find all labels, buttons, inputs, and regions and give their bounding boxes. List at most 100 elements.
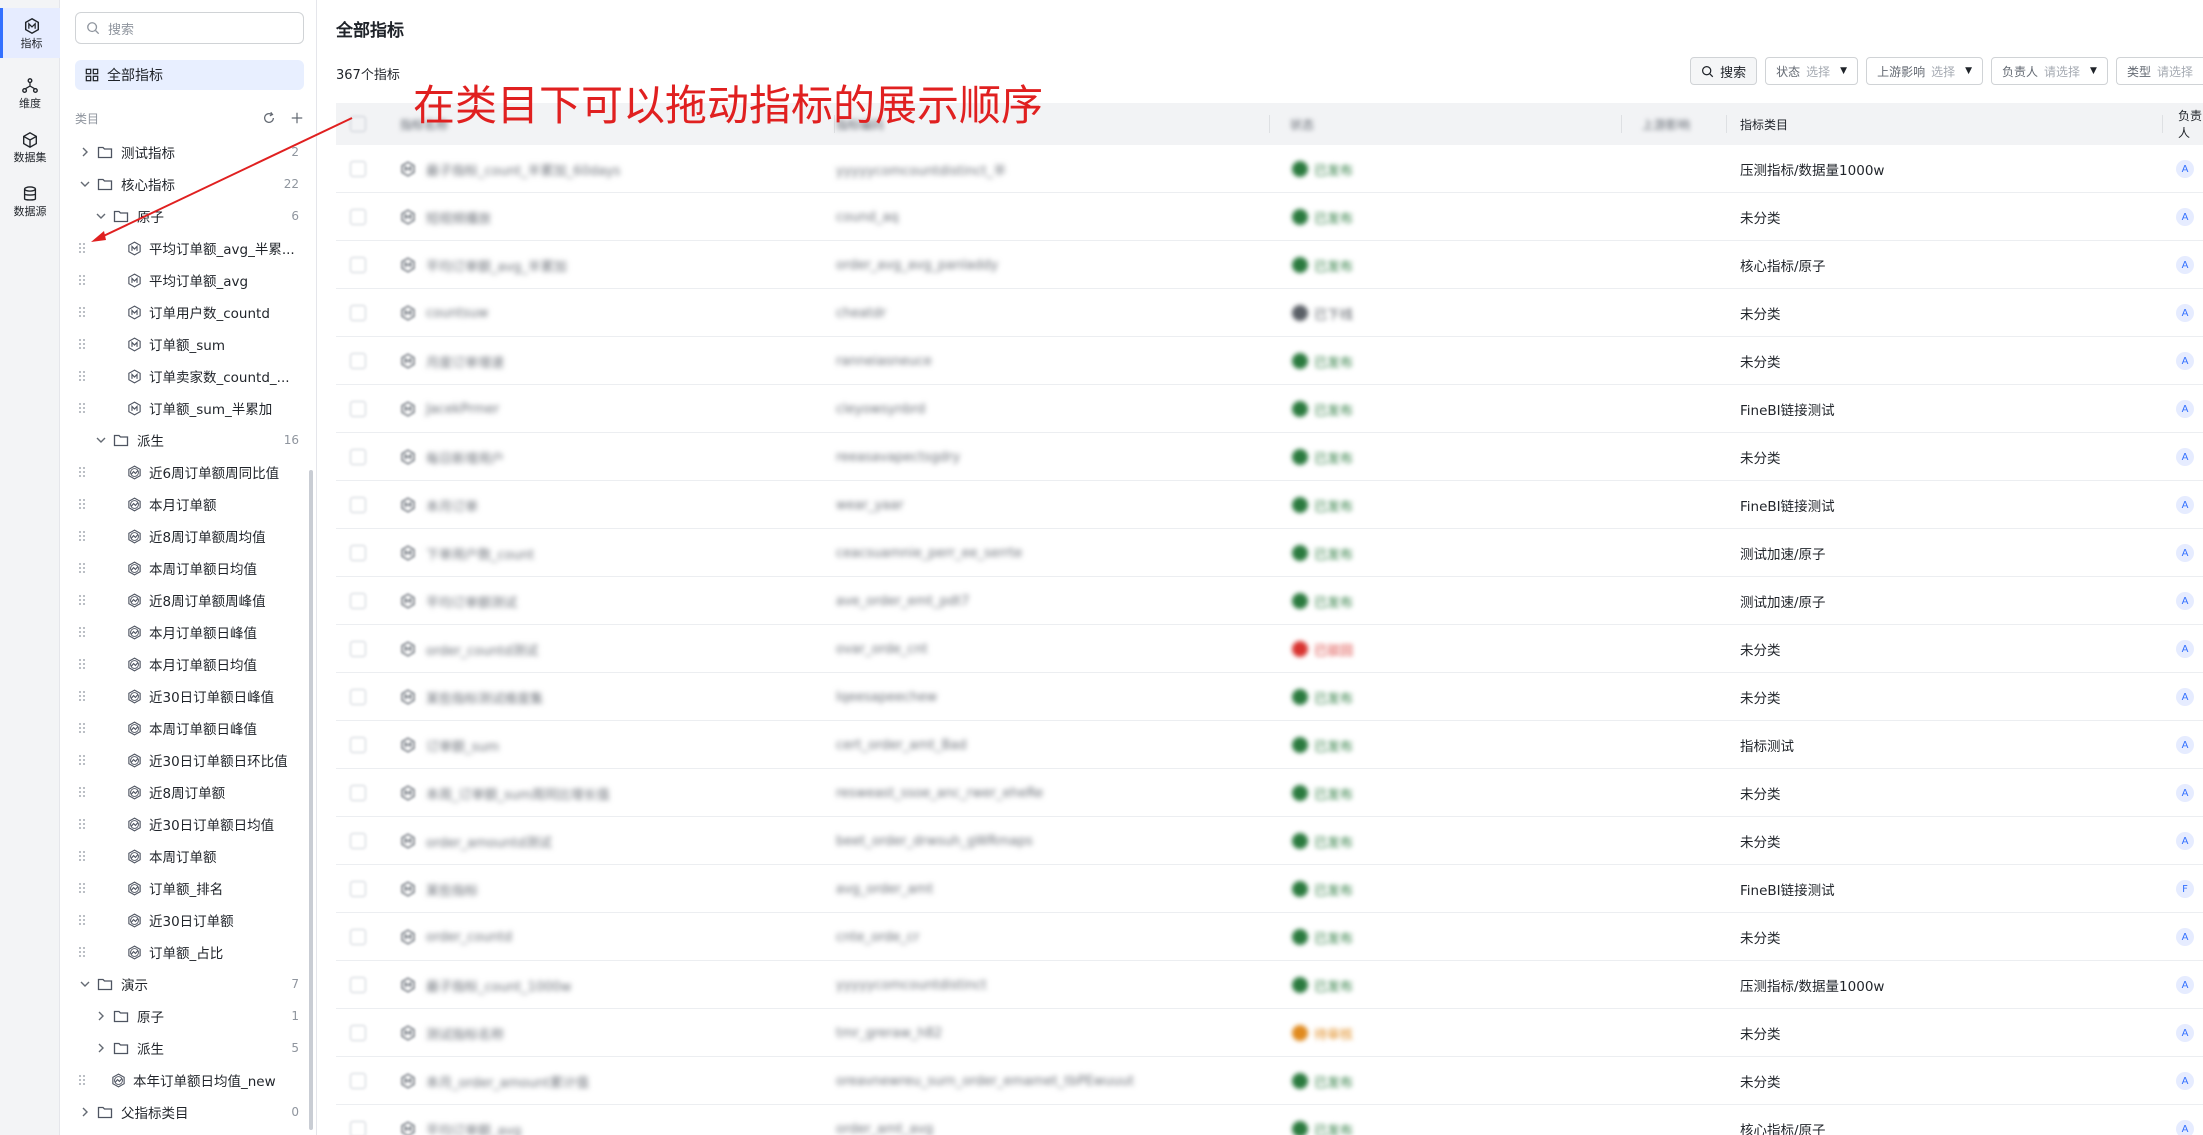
tree-metric-item[interactable]: 本周订单额日峰值 [61, 712, 311, 744]
table-row[interactable]: 本月订单 wear_yaar 已发布 FineBI链接测试 Aalc [336, 481, 2203, 529]
tree-metric-item[interactable]: 本月订单额日峰值 [61, 616, 311, 648]
add-icon[interactable] [290, 111, 304, 125]
table-row[interactable]: 本月_order_amount累计值 oreavnewreu_surn_order… [336, 1057, 2203, 1105]
all-metrics-item[interactable]: 全部指标 [75, 60, 304, 90]
table-row[interactable]: JacekPrmer cleyowsynbrd 已发布 FineBI链接测试 Aalc [336, 385, 2203, 433]
row-checkbox[interactable] [350, 433, 366, 481]
metric-name-cell[interactable]: 短视频播放 [400, 193, 491, 241]
drag-handle-icon[interactable] [78, 274, 86, 286]
metric-name-cell[interactable]: 平均订单额_avg_半累加 [400, 241, 567, 289]
metric-name-cell[interactable]: 本周_订单额_sum周同比增长值 [400, 769, 610, 817]
table-row[interactable]: 平均订单额测试 ave_order_emt_pdt7 已发布 测试加速/原子 Aalc [336, 577, 2203, 625]
metric-name-cell[interactable]: 某些指标 [400, 865, 478, 913]
metric-name-cell[interactable]: order_amountd测试 [400, 817, 552, 865]
rail-item-metrics[interactable]: 指标 [0, 8, 60, 58]
row-checkbox[interactable] [350, 577, 366, 625]
tree-folder[interactable]: 父指标类目 0 [61, 1096, 311, 1128]
tree-metric-item[interactable]: 订单额_排名 [61, 872, 311, 904]
drag-handle-icon[interactable] [78, 338, 86, 350]
table-row[interactable]: 最子指标_count_半累加_60days yyyyycomcountdistin… [336, 145, 2203, 193]
tree-metric-item[interactable]: 平均订单额_avg [61, 264, 311, 296]
drag-handle-icon[interactable] [78, 530, 86, 542]
drag-handle-icon[interactable] [78, 914, 86, 926]
metric-name-cell[interactable]: JacekPrmer [400, 385, 499, 433]
drag-handle-icon[interactable] [78, 818, 86, 830]
chevron-right-icon[interactable] [79, 146, 91, 158]
tree-metric-item[interactable]: 近8周订单额 [61, 776, 311, 808]
tree-metric-item[interactable]: 订单额_sum [61, 328, 311, 360]
tree-folder[interactable]: 核心指标 22 [61, 168, 311, 200]
tree-metric-item[interactable]: 近30日订单额日均值 [61, 808, 311, 840]
drag-handle-icon[interactable] [78, 754, 86, 766]
tree-folder[interactable]: 原子 1 [61, 1000, 311, 1032]
drag-handle-icon[interactable] [78, 946, 86, 958]
table-row[interactable]: countsuw cheatdr 已下线 未分类 Aalc [336, 289, 2203, 337]
metric-name-cell[interactable]: 某些指标测试维度集 [400, 673, 543, 721]
tree-metric-item[interactable]: 近8周订单额周峰值 [61, 584, 311, 616]
drag-handle-icon[interactable] [78, 690, 86, 702]
row-checkbox[interactable] [350, 721, 366, 769]
column-header-category[interactable]: 指标类目 [1740, 103, 1788, 145]
drag-handle-icon[interactable] [78, 658, 86, 670]
filter-status[interactable]: 状态 选择 ▼ [1765, 57, 1859, 85]
tree-metric-item[interactable]: 订单卖家数_countd_... [61, 360, 311, 392]
drag-handle-icon[interactable] [78, 1074, 86, 1086]
table-row[interactable]: 每日新增用户 reeasavapectsgdry 已发布 未分类 Aalc [336, 433, 2203, 481]
row-checkbox[interactable] [350, 241, 366, 289]
sidebar-search-input[interactable]: 搜索 [75, 12, 304, 44]
row-checkbox[interactable] [350, 145, 366, 193]
tree-metric-item[interactable]: 平均订单额_avg_半累... [61, 232, 311, 264]
tree-folder[interactable]: 原子 6 [61, 200, 311, 232]
sidebar-scrollbar[interactable] [309, 470, 313, 1130]
metric-name-cell[interactable]: 最子指标_count_1000w [400, 961, 571, 1009]
table-row[interactable]: order_countd测试 ovar_orde_cnt 已驳回 未分类 Aalc [336, 625, 2203, 673]
drag-handle-icon[interactable] [78, 722, 86, 734]
table-row[interactable]: order_amountd测试 beet_order_drwsuh_gWRmaps… [336, 817, 2203, 865]
table-row[interactable]: 平均订单额_avg order_amt_avg 已发布 核心指标/原子 Aalc [336, 1105, 2203, 1135]
select-all-checkbox[interactable] [350, 103, 366, 145]
tree-metric-item[interactable]: 近8周订单额周均值 [61, 520, 311, 552]
chevron-right-icon[interactable] [95, 1010, 107, 1022]
tree-metric-item[interactable]: 本年订单额日均值_new [61, 1064, 311, 1096]
table-row[interactable]: 下单用户数_count ceacsuamnie_perr_ee_serrte 已发布… [336, 529, 2203, 577]
metric-name-cell[interactable]: 本月_order_amount累计值 [400, 1057, 589, 1105]
table-row[interactable]: 订单额_sum cert_order_amt_Bad 已发布 指标测试 Aalc [336, 721, 2203, 769]
row-checkbox[interactable] [350, 337, 366, 385]
metric-name-cell[interactable]: 月度订单增速 [400, 337, 504, 385]
row-checkbox[interactable] [350, 961, 366, 1009]
row-checkbox[interactable] [350, 769, 366, 817]
tree-metric-item[interactable]: 订单用户数_countd [61, 296, 311, 328]
tree-metric-item[interactable]: 近30日订单额日环比值 [61, 744, 311, 776]
row-checkbox[interactable] [350, 1009, 366, 1057]
chevron-right-icon[interactable] [79, 1106, 91, 1118]
drag-handle-icon[interactable] [78, 882, 86, 894]
tree-metric-item[interactable]: 订单额_占比 [61, 936, 311, 968]
drag-handle-icon[interactable] [78, 370, 86, 382]
tree-metric-item[interactable]: 近30日订单额日峰值 [61, 680, 311, 712]
table-row[interactable]: 测试指标名称 tmr_greraw_h82 待审核 未分类 Aalc [336, 1009, 2203, 1057]
table-row[interactable]: order_countd cnte_orde_cr 已发布 未分类 Aalc [336, 913, 2203, 961]
metric-name-cell[interactable]: 平均订单额_avg [400, 1105, 521, 1135]
tree-metric-item[interactable]: 近30日订单额 [61, 904, 311, 936]
tree-folder[interactable]: 测试指标 2 [61, 136, 311, 168]
row-checkbox[interactable] [350, 193, 366, 241]
filter-type[interactable]: 类型 请选择 [2115, 57, 2203, 85]
drag-handle-icon[interactable] [78, 466, 86, 478]
row-checkbox[interactable] [350, 913, 366, 961]
chevron-down-icon[interactable] [79, 978, 91, 990]
tree-metric-item[interactable]: 本月订单额日均值 [61, 648, 311, 680]
metric-name-cell[interactable]: 订单额_sum [400, 721, 499, 769]
row-checkbox[interactable] [350, 673, 366, 721]
tree-metric-item[interactable]: 本月订单额 [61, 488, 311, 520]
chevron-down-icon[interactable] [95, 210, 107, 222]
drag-handle-icon[interactable] [78, 306, 86, 318]
table-row[interactable]: 月度订单增速 ranneiasneuce 已发布 未分类 Aalc [336, 337, 2203, 385]
tree-metric-item[interactable]: 订单额_sum_半累加 [61, 392, 311, 424]
tree-metric-item[interactable]: 近6周订单额周同比值 [61, 456, 311, 488]
metric-name-cell[interactable]: 本月订单 [400, 481, 478, 529]
filter-owner[interactable]: 负责人 请选择 ▼ [1991, 57, 2108, 85]
metric-name-cell[interactable]: 测试指标名称 [400, 1009, 504, 1057]
metric-name-cell[interactable]: 每日新增用户 [400, 433, 504, 481]
row-checkbox[interactable] [350, 289, 366, 337]
row-checkbox[interactable] [350, 1105, 366, 1135]
